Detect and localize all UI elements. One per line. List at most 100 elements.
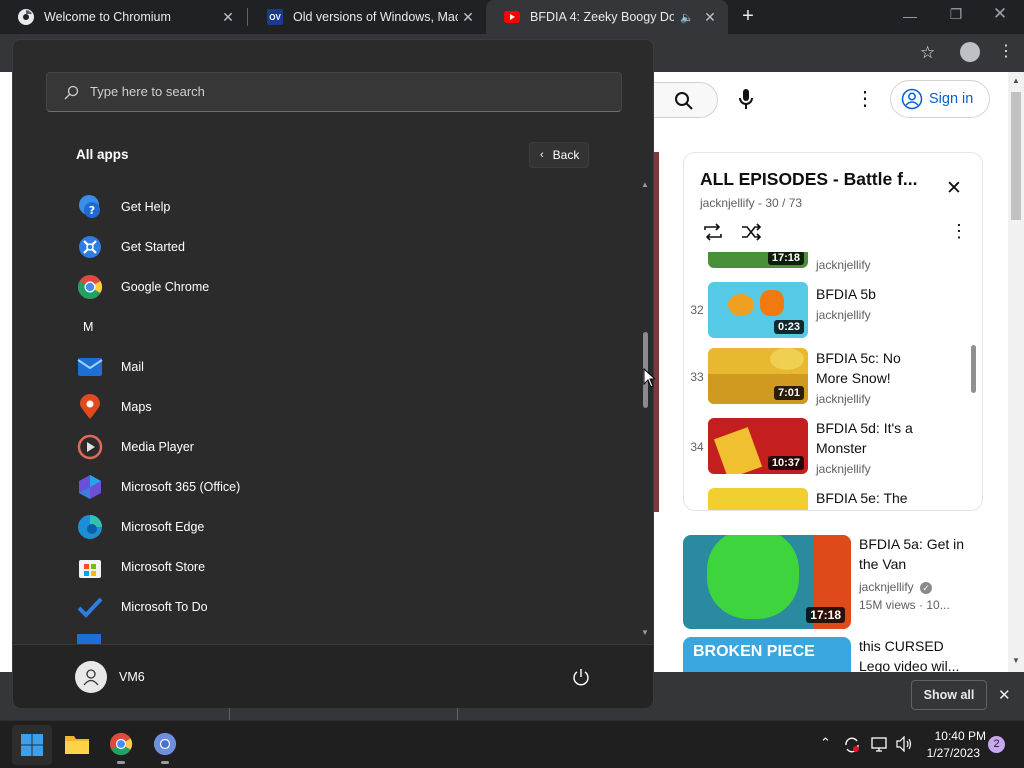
minimize-icon[interactable]: — xyxy=(896,8,924,24)
playlist-thumbnail[interactable]: 0:23 xyxy=(708,282,808,338)
app-maps[interactable]: Maps xyxy=(77,387,152,427)
page-scrollbar[interactable]: ▲ ▼ xyxy=(1008,72,1024,672)
close-tab-icon[interactable]: ✕ xyxy=(218,9,238,26)
file-explorer-icon[interactable] xyxy=(64,733,90,755)
restore-icon[interactable]: ❐ xyxy=(942,6,970,23)
duration-badge: 7:01 xyxy=(773,386,804,400)
app-label: Google Chrome xyxy=(121,280,210,294)
playlist-title[interactable]: ALL EPISODES - Battle f... xyxy=(700,169,936,190)
power-icon[interactable] xyxy=(571,667,591,687)
tab-old-versions[interactable]: OV Old versions of Windows, Mac an ✕ xyxy=(249,0,486,34)
playlist-menu-icon[interactable]: ⋮ xyxy=(950,221,968,242)
app-microsoft-store[interactable]: Microsoft Store xyxy=(77,547,205,587)
playlist-thumbnail[interactable]: 10:37 xyxy=(708,418,808,474)
recommended-thumbnail[interactable]: BROKEN PIECE xyxy=(683,637,851,672)
back-label: Back xyxy=(552,148,580,162)
scroll-up-icon[interactable]: ▲ xyxy=(641,180,649,189)
tab-bfdia[interactable]: BFDIA 4: Zeeky Boogy Doog 🔈 ✕ xyxy=(486,0,728,34)
playlist-scrollbar[interactable] xyxy=(971,345,976,393)
playlist-items: 17:18 jacknjellify 32 0:23 BFDIA 5b jack… xyxy=(684,252,982,510)
playlist-item-title[interactable]: BFDIA 5e: The xyxy=(816,488,926,508)
bookmark-star-icon[interactable]: ☆ xyxy=(920,43,935,63)
profile-avatar-icon[interactable] xyxy=(960,42,980,62)
running-indicator xyxy=(161,761,169,764)
show-all-button[interactable]: Show all xyxy=(911,680,987,710)
playlist-item-channel: jacknjellify xyxy=(816,258,871,272)
app-microsoft-to-do[interactable]: Microsoft To Do xyxy=(77,587,208,627)
close-download-bar-icon[interactable]: ✕ xyxy=(998,686,1011,704)
duration-badge: 10:37 xyxy=(767,456,804,470)
more-options-icon[interactable]: ⋮ xyxy=(855,86,875,111)
app-get-help[interactable]: ? Get Help xyxy=(77,187,170,227)
close-tab-icon[interactable]: ✕ xyxy=(700,9,720,26)
playlist-item-title[interactable]: BFDIA 5d: It's a Monster xyxy=(816,418,916,458)
recommended-thumbnail[interactable]: 17:18 xyxy=(683,535,851,629)
new-tab-button[interactable]: + xyxy=(736,5,760,29)
app-label: Microsoft Edge xyxy=(121,520,205,534)
app-microsoft-edge[interactable]: Microsoft Edge xyxy=(77,507,204,547)
taskbar: ⌃ 10:40 PM 1/27/2023 2 xyxy=(0,720,1024,768)
scroll-thumb[interactable] xyxy=(1011,92,1021,220)
chrome-menu-icon[interactable]: ⋮ xyxy=(998,41,1014,61)
maps-icon xyxy=(77,394,103,420)
app-microsoft-365[interactable]: Microsoft 365 (Office) xyxy=(77,467,240,507)
microphone-icon[interactable] xyxy=(738,88,754,110)
app-media-player[interactable]: Media Player xyxy=(77,427,194,467)
loop-icon[interactable] xyxy=(702,223,724,241)
user-avatar-icon xyxy=(75,661,107,693)
clock-time[interactable]: 10:40 PM xyxy=(924,729,986,743)
scroll-down-icon[interactable]: ▼ xyxy=(641,628,649,637)
mouse-cursor-icon xyxy=(643,368,655,388)
close-playlist-icon[interactable]: ✕ xyxy=(946,177,962,200)
search-placeholder: Type here to search xyxy=(90,84,205,99)
chromium-taskbar-icon[interactable] xyxy=(153,732,177,756)
app-label: Maps xyxy=(121,400,152,414)
start-menu-footer: VM6 xyxy=(13,644,653,708)
sync-icon[interactable] xyxy=(843,736,861,754)
playlist-thumbnail[interactable]: 17:18 xyxy=(708,252,808,268)
back-button[interactable]: ‹ Back xyxy=(529,142,589,168)
app-label: Microsoft Store xyxy=(121,560,206,574)
mail-icon xyxy=(77,354,103,380)
recommended-title[interactable]: this CURSED Lego video wil... xyxy=(859,636,969,672)
edge-icon xyxy=(77,514,103,540)
sign-in-button[interactable]: Sign in xyxy=(890,80,990,118)
scroll-down-icon[interactable]: ▼ xyxy=(1012,656,1020,665)
volume-icon[interactable] xyxy=(896,736,914,752)
tab-welcome[interactable]: Welcome to Chromium ✕ xyxy=(0,0,246,34)
account-icon xyxy=(901,88,923,110)
svg-text:?: ? xyxy=(89,204,95,217)
close-tab-icon[interactable]: ✕ xyxy=(458,9,478,26)
app-mail[interactable]: Mail xyxy=(77,347,144,387)
chrome-taskbar-icon[interactable] xyxy=(109,732,133,756)
app-get-started[interactable]: Get Started xyxy=(77,227,185,267)
get-started-icon xyxy=(77,234,103,260)
network-icon[interactable] xyxy=(871,736,889,752)
chevron-up-icon[interactable]: ⌃ xyxy=(820,735,831,751)
app-label: Microsoft 365 (Office) xyxy=(121,480,241,494)
playlist-thumbnail[interactable]: 7:01 xyxy=(708,348,808,404)
youtube-icon xyxy=(504,9,520,25)
playlist-item-title[interactable]: BFDIA 5c: No More Snow! xyxy=(816,348,926,388)
shuffle-icon[interactable] xyxy=(740,223,762,241)
duration-badge: 17:18 xyxy=(806,607,845,623)
playlist-item-index: 33 xyxy=(690,370,704,384)
app-google-chrome[interactable]: Google Chrome xyxy=(77,267,209,307)
notification-badge[interactable]: 2 xyxy=(988,736,1005,753)
duration-badge: 0:23 xyxy=(773,320,804,334)
recommended-title[interactable]: BFDIA 5a: Get in the Van xyxy=(859,534,979,574)
speaker-icon[interactable]: 🔈 xyxy=(680,11,694,24)
scroll-up-icon[interactable]: ▲ xyxy=(1012,76,1020,85)
media-player-icon xyxy=(77,434,103,460)
tab-title: BFDIA 4: Zeeky Boogy Doog xyxy=(530,10,675,24)
duration-badge: 17:18 xyxy=(767,252,804,265)
chrome-icon xyxy=(77,274,103,300)
close-window-icon[interactable]: ✕ xyxy=(986,4,1014,24)
start-button[interactable] xyxy=(12,725,52,765)
user-account[interactable]: VM6 xyxy=(75,661,145,693)
playlist-item-title[interactable]: BFDIA 5b xyxy=(816,284,926,304)
clock-date[interactable]: 1/27/2023 xyxy=(924,746,980,760)
playlist-thumbnail[interactable] xyxy=(708,488,808,510)
search-box[interactable]: Type here to search xyxy=(46,72,622,112)
letter-header-m[interactable]: M xyxy=(83,307,93,347)
